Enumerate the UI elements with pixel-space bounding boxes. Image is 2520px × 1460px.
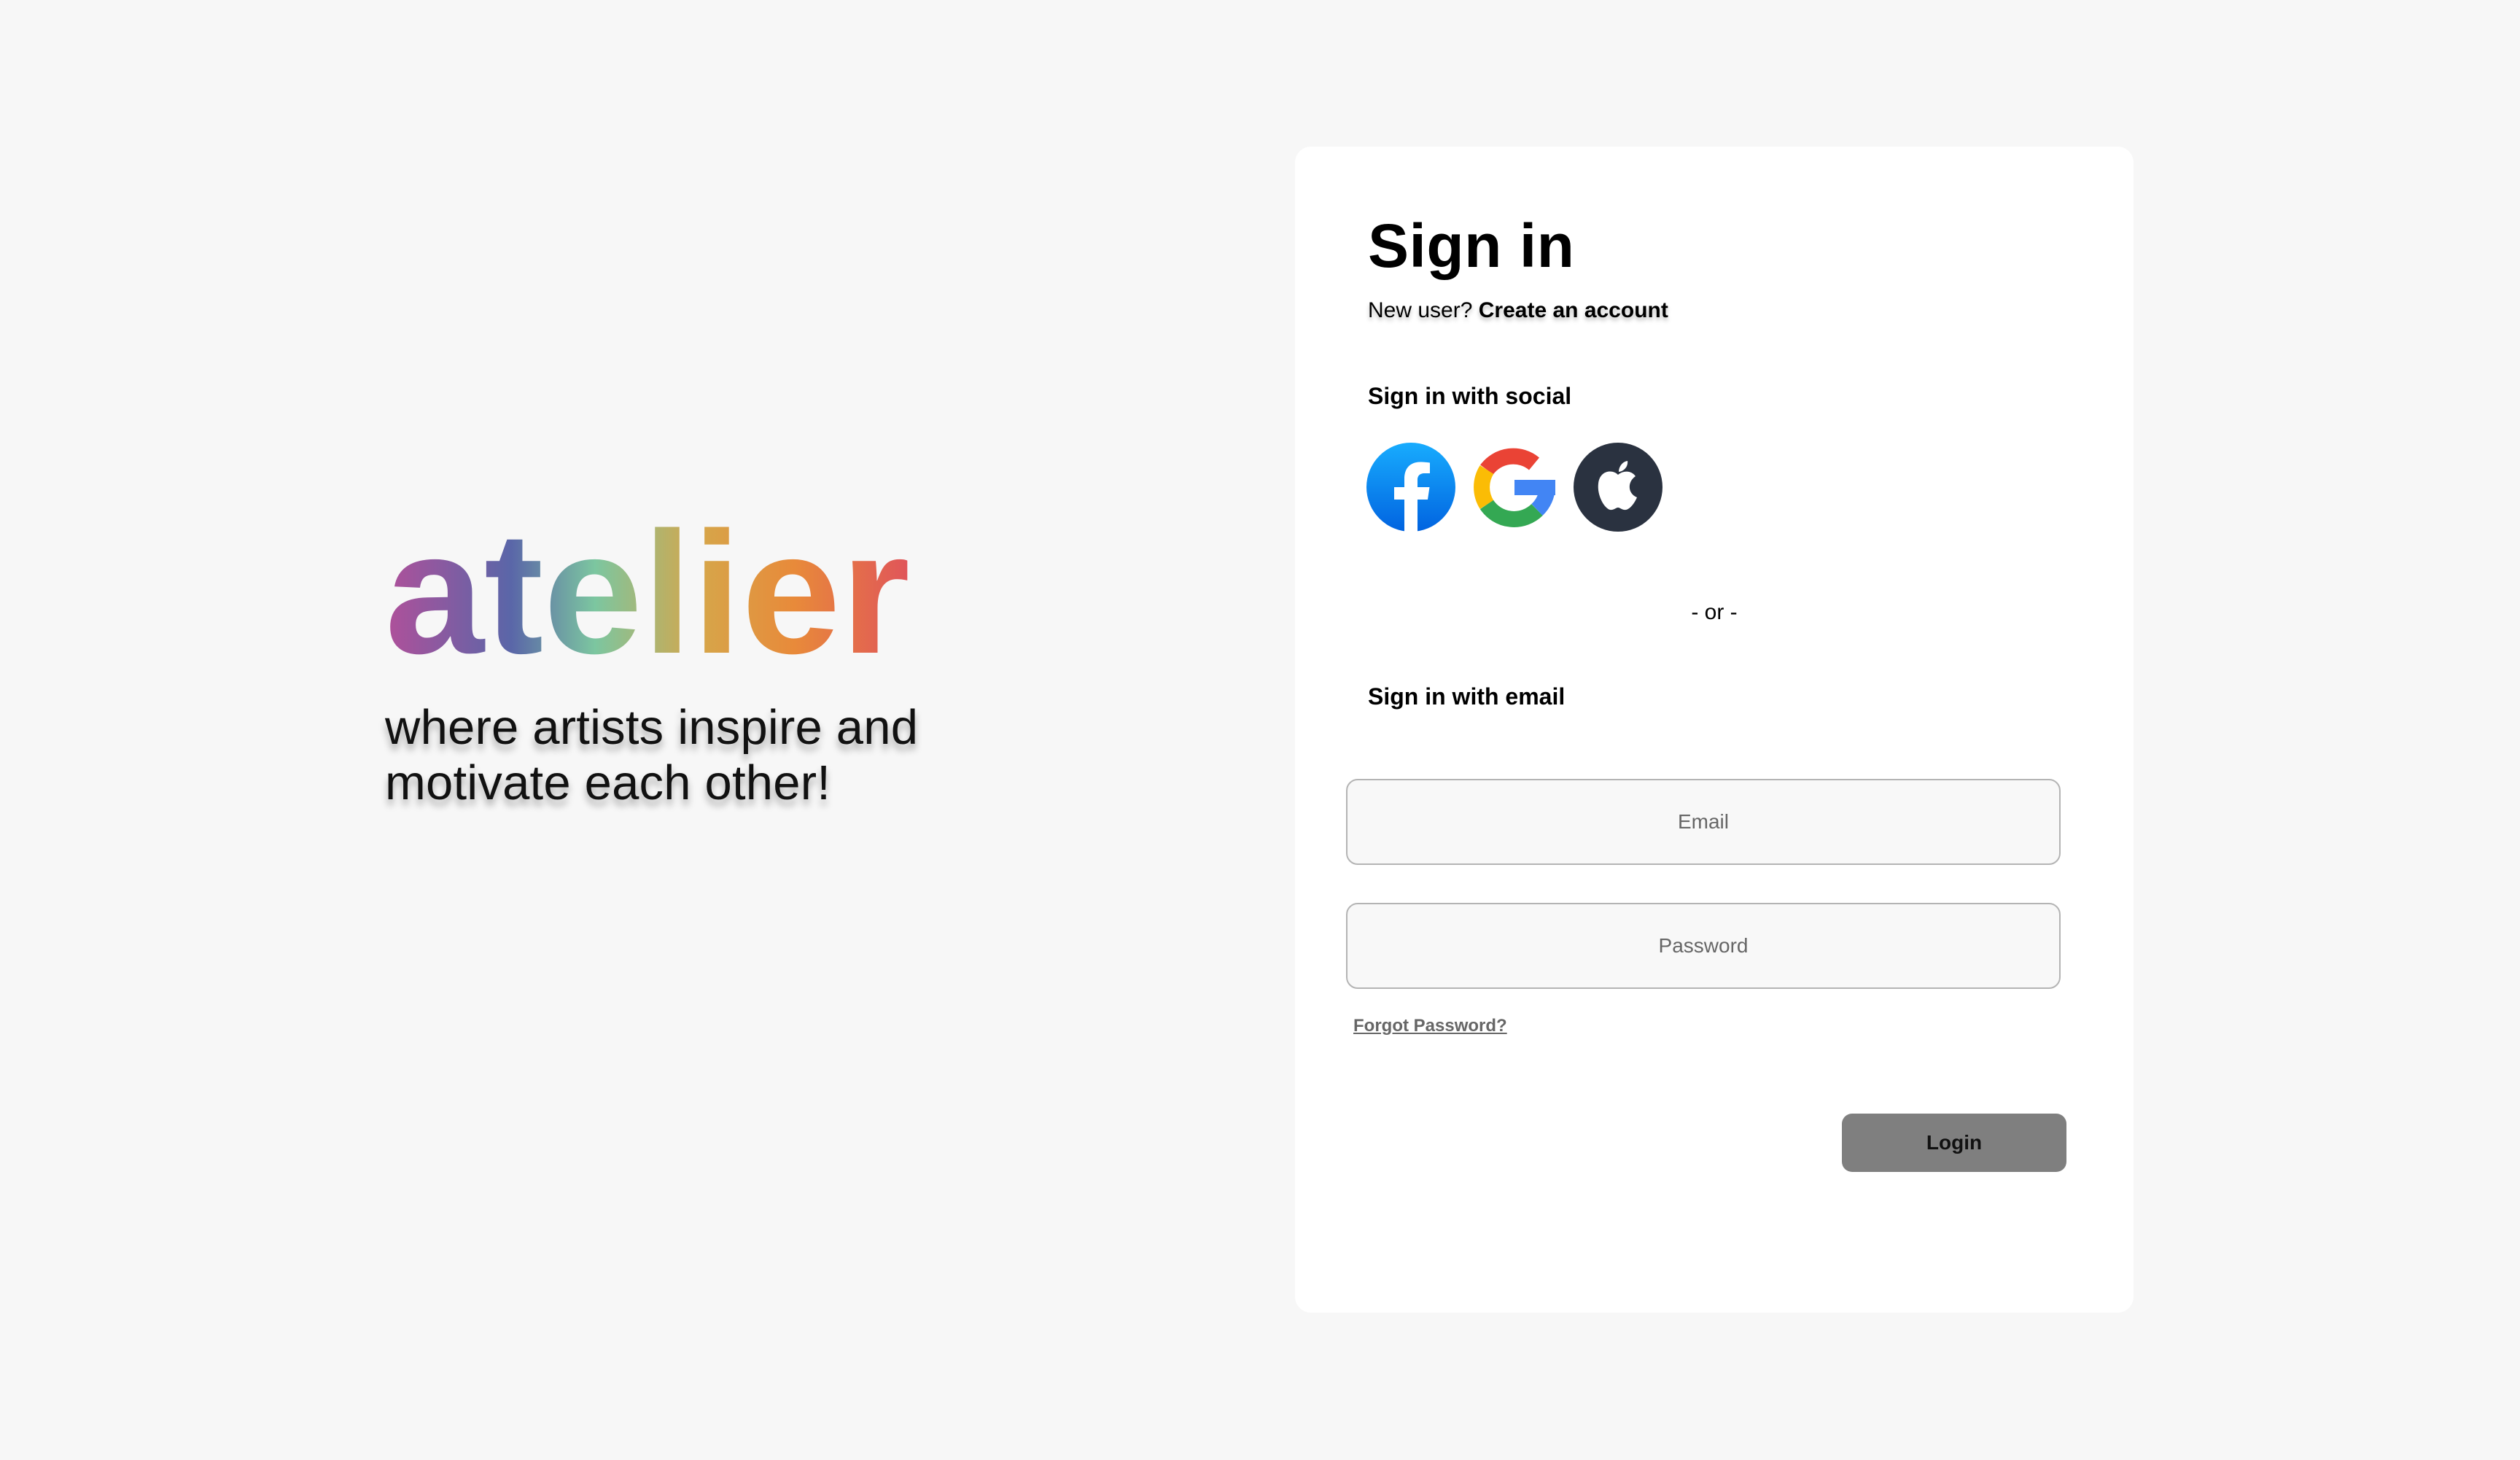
apple-button[interactable] <box>1574 443 1662 532</box>
or-divider: - or - <box>1295 600 2134 625</box>
email-signin-label: Sign in with email <box>1368 683 1566 710</box>
apple-icon <box>1574 443 1662 532</box>
social-signin-label: Sign in with social <box>1368 383 1572 409</box>
logo-text: atelier <box>385 519 910 655</box>
create-account-link[interactable]: Create an account <box>1479 298 1668 322</box>
forgot-password-link[interactable]: Forgot Password? <box>1353 1016 1507 1036</box>
tagline: where artists inspire and motivate each … <box>385 700 939 811</box>
email-input[interactable] <box>1346 779 2061 865</box>
or-divider-text: - or - <box>1691 600 1738 624</box>
social-buttons <box>1366 443 1662 532</box>
brand-section: atelier where artists inspire and motiva… <box>385 519 939 811</box>
google-button[interactable] <box>1470 443 1559 532</box>
facebook-icon <box>1366 443 1455 532</box>
signin-card: Sign in New user? Create an account Sign… <box>1295 147 2134 1313</box>
atelier-logo: atelier <box>385 519 910 655</box>
page-title: Sign in <box>1368 211 1575 280</box>
new-user-prompt: New user? Create an account <box>1368 298 1668 323</box>
google-icon <box>1470 443 1559 532</box>
password-input[interactable] <box>1346 903 2061 989</box>
tagline-line-2: motivate each other! <box>385 756 831 810</box>
login-button[interactable]: Login <box>1842 1114 2066 1172</box>
tagline-line-1: where artists inspire and <box>385 700 919 755</box>
new-user-text: New user? <box>1368 298 1473 322</box>
facebook-button[interactable] <box>1366 443 1455 532</box>
